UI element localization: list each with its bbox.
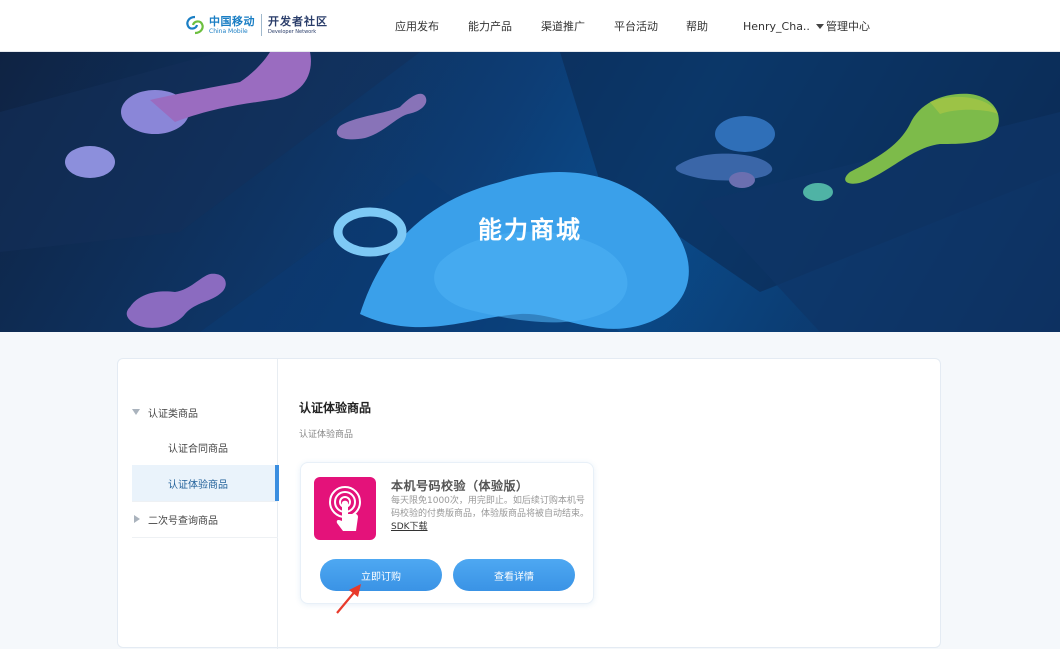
chevron-down-icon[interactable] xyxy=(815,23,824,29)
manage-center-link[interactable]: 管理中心 xyxy=(826,0,870,52)
category-sidebar: 认证类商品 认证合同商品 认证体验商品 二次号查询商品 xyxy=(118,359,279,649)
user-name: Henry_Cha.. xyxy=(743,19,810,33)
triangle-right-icon xyxy=(134,515,140,523)
nav-item-help[interactable]: 帮助 xyxy=(686,0,708,52)
sidebar-group-number-query[interactable]: 二次号查询商品 xyxy=(132,501,278,537)
sidebar-item-auth-trial[interactable]: 认证体验商品 xyxy=(132,465,279,501)
top-navigation-bar: 中国移动 China Mobile 开发者社区 Developer Networ… xyxy=(0,0,1060,52)
nav-item-channel-promotion[interactable]: 渠道推广 xyxy=(541,0,585,52)
user-menu[interactable]: Henry_Cha.. xyxy=(743,0,824,52)
red-arrow-pointer-icon xyxy=(336,584,361,614)
product-description: 每天限免1000次，用完即止。如后续订购本机号码校验的付费版商品，体验版商品将被… xyxy=(391,495,591,534)
banner-decoration-graphic xyxy=(0,52,1060,332)
view-details-button[interactable]: 查看详情 xyxy=(453,559,575,591)
sidebar-group-label: 二次号查询商品 xyxy=(148,515,218,527)
content-panel: 认证类商品 认证合同商品 认证体验商品 二次号查询商品 认证体验商品 认证体验商… xyxy=(117,358,941,649)
nav-item-app-publish[interactable]: 应用发布 xyxy=(395,0,439,52)
nav-label: 平台活动 xyxy=(614,20,658,33)
product-name: 本机号码校验（体验版） xyxy=(391,479,529,493)
sidebar-item-auth-contract[interactable]: 认证合同商品 xyxy=(132,429,278,465)
sidebar-item-label: 认证体验商品 xyxy=(168,479,228,491)
nav-label: 能力产品 xyxy=(468,20,512,33)
logo-community-en: Developer Network xyxy=(268,28,317,35)
section-title: 认证体验商品 xyxy=(299,401,372,415)
touch-fingerprint-icon xyxy=(314,477,376,540)
china-mobile-logo[interactable]: 中国移动 China Mobile 开发者社区 Developer Networ… xyxy=(185,12,328,38)
banner-title: 能力商城 xyxy=(478,216,582,244)
triangle-down-icon xyxy=(132,409,140,415)
sidebar-divider xyxy=(132,537,278,538)
nav-label: 应用发布 xyxy=(395,20,439,33)
product-description-text: 每天限免1000次，用完即止。如后续订购本机号码校验的付费版商品，体验版商品将被… xyxy=(391,496,590,519)
nav-label: 渠道推广 xyxy=(541,20,585,33)
nav-label: 帮助 xyxy=(686,20,708,33)
sidebar-item-label: 认证合同商品 xyxy=(168,443,228,455)
logo-community-cn: 开发者社区 xyxy=(268,14,328,28)
section-breadcrumb: 认证体验商品 xyxy=(299,430,354,440)
nav-item-capability-products[interactable]: 能力产品 xyxy=(468,0,512,52)
logo-divider xyxy=(261,14,262,36)
sidebar-group-label: 认证类商品 xyxy=(148,408,198,420)
nav-label: 管理中心 xyxy=(826,20,870,33)
sdk-download-link[interactable]: SDK下载 xyxy=(391,522,428,532)
china-mobile-logo-icon xyxy=(185,15,205,35)
logo-brand-cn: 中国移动 xyxy=(209,14,255,28)
nav-item-platform-activities[interactable]: 平台活动 xyxy=(614,0,658,52)
logo-brand-en: China Mobile xyxy=(209,27,248,35)
hero-banner: 能力商城 xyxy=(0,52,1060,332)
sidebar-group-auth-products[interactable]: 认证类商品 xyxy=(132,394,278,430)
